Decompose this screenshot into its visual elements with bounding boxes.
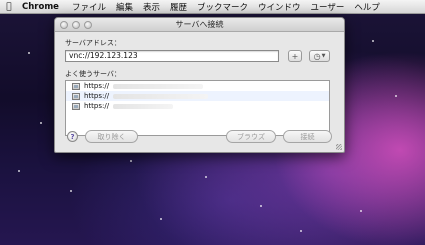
help-button[interactable]: ? [67, 131, 78, 142]
connect-to-server-window: サーバへ接続 サーバアドレス： vnc://192.123.123 + ◷ ▼ … [54, 17, 345, 153]
menu-app-name[interactable]: Chrome [18, 2, 67, 12]
remove-button[interactable]: 取り除く [85, 130, 138, 143]
server-address-label: サーバアドレス： [65, 39, 121, 47]
menu-view[interactable]: 表示 [138, 1, 165, 13]
browse-button[interactable]: ブラウズ [226, 130, 276, 143]
server-url: https:// [84, 92, 110, 100]
connect-button[interactable]: 接続 [283, 130, 332, 143]
title-bar: サーバへ接続 [55, 18, 344, 32]
server-url: https:// [84, 82, 110, 90]
apple-icon[interactable]:  [0, 2, 18, 12]
list-item[interactable]: https:// [66, 91, 329, 101]
add-favorite-button[interactable]: + [288, 50, 302, 62]
clock-icon: ◷ [313, 51, 321, 61]
server-icon [72, 82, 80, 90]
menu-user[interactable]: ユーザー [306, 1, 350, 13]
recent-servers-button[interactable]: ◷ ▼ [309, 50, 330, 62]
favorite-servers-label: よく使うサーバ： [65, 70, 121, 78]
list-item[interactable]: https:// [66, 81, 329, 91]
chevron-down-icon: ▼ [321, 53, 326, 59]
menu-file[interactable]: ファイル [67, 1, 111, 13]
list-item[interactable]: https:// [66, 101, 329, 111]
server-url: https:// [84, 102, 110, 110]
menu-help[interactable]: ヘルプ [349, 1, 385, 13]
server-icon [72, 92, 80, 100]
server-address-input[interactable]: vnc://192.123.123 [65, 50, 279, 62]
window-title: サーバへ接続 [175, 20, 224, 29]
redacted-url [113, 103, 174, 109]
redacted-url [113, 83, 204, 89]
menu-bar:  Chrome ファイル 編集 表示 履歴 ブックマーク ウインドウ ユーザー… [0, 0, 425, 14]
server-icon [72, 102, 80, 110]
redacted-url [113, 93, 209, 99]
favorite-servers-list: https:// https:// https:// [65, 80, 330, 136]
menu-edit[interactable]: 編集 [111, 1, 138, 13]
menu-bookmarks[interactable]: ブックマーク [192, 1, 253, 13]
menu-window[interactable]: ウインドウ [253, 1, 306, 13]
resize-handle[interactable] [336, 144, 342, 150]
menu-history[interactable]: 履歴 [165, 1, 192, 13]
